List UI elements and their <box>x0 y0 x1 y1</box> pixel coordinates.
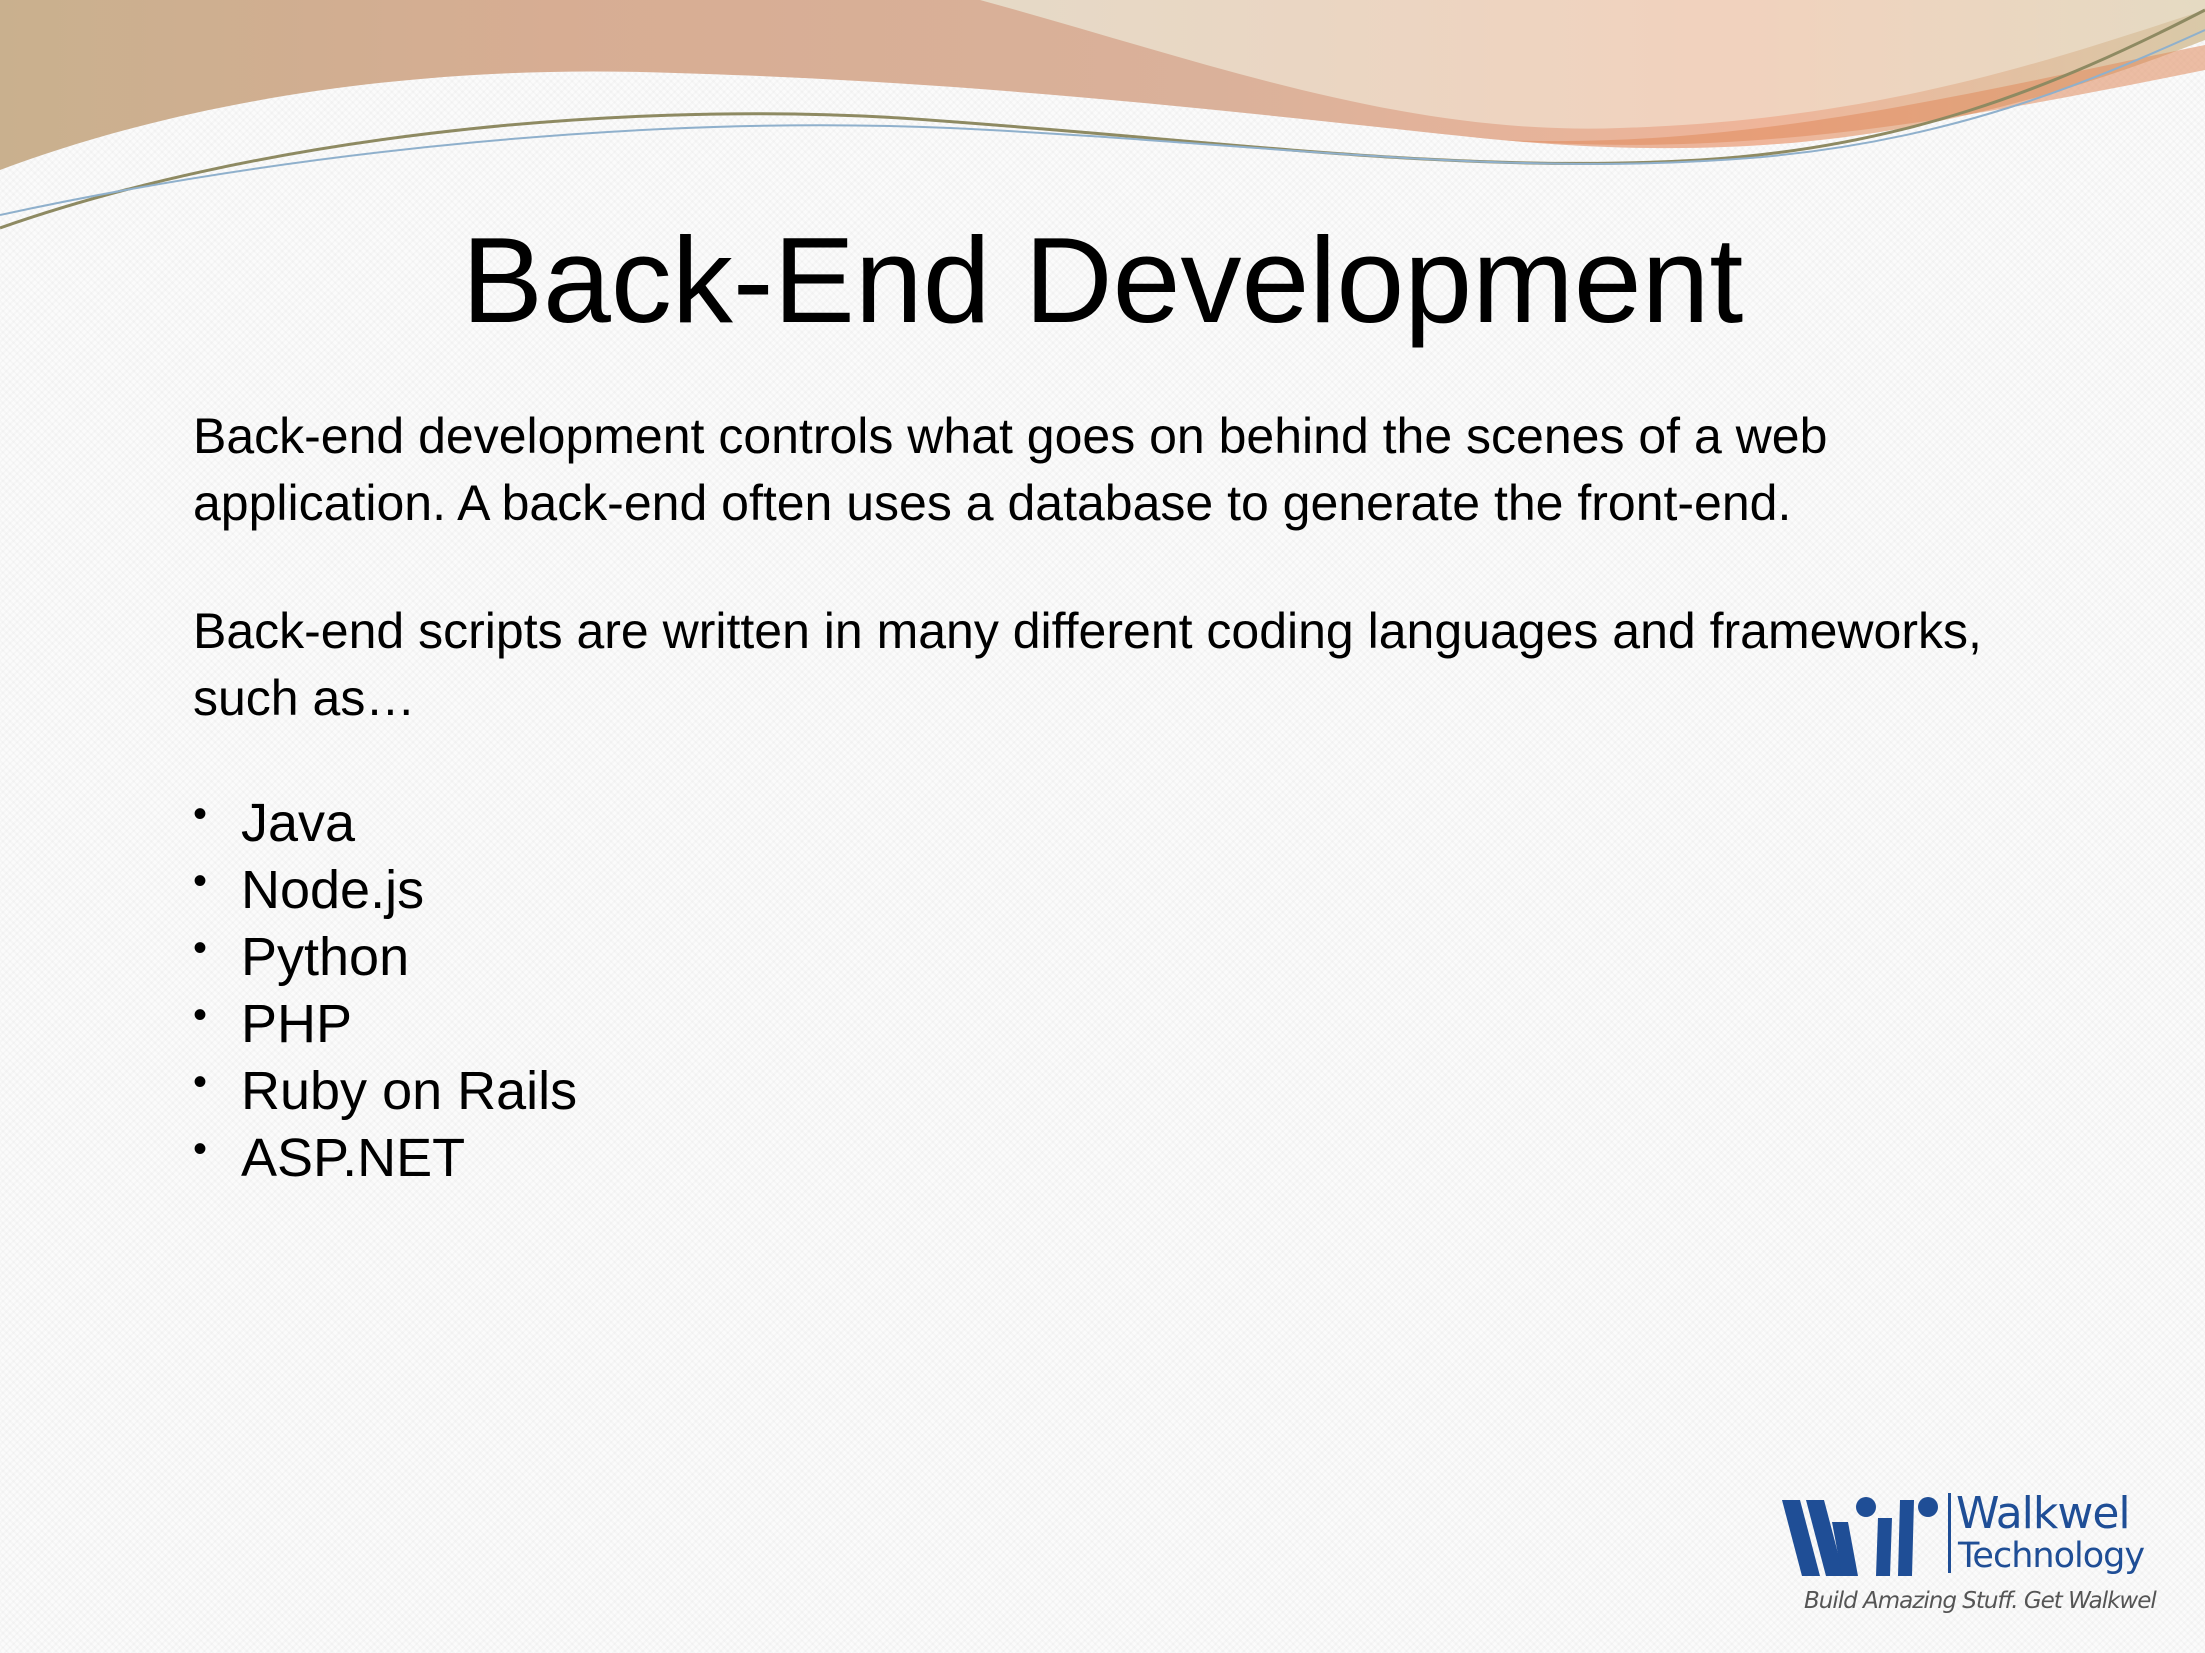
list-item: • Java <box>193 790 2013 857</box>
languages-intro-paragraph: Back-end scripts are written in many dif… <box>193 603 1982 726</box>
list-item-label: Ruby on Rails <box>241 1061 578 1121</box>
list-item: • ASP.NET <box>193 1125 2013 1192</box>
list-item: • Ruby on Rails <box>193 1058 2013 1125</box>
list-item: • Node.js <box>193 857 2013 924</box>
bullet-icon: • <box>193 926 208 970</box>
logo-tagline: Build Amazing Stuff. Get Walkwel <box>1804 1588 2157 1614</box>
slide: Back-End Development Back-end developmen… <box>0 0 2205 1653</box>
logo-name: Walkwel <box>1956 1488 2131 1539</box>
bullet-icon: • <box>193 859 208 903</box>
list-item-label: PHP <box>241 994 353 1054</box>
bullet-icon: • <box>193 993 208 1037</box>
logo-divider <box>1948 1493 1951 1573</box>
walkwel-logo-mark-icon <box>1782 1497 1938 1576</box>
languages-list: • Java • Node.js • Python • PHP • Ruby o… <box>193 790 2013 1192</box>
logo-subtitle: Technology <box>1958 1536 2145 1576</box>
slide-body: Back-end development controls what goes … <box>193 403 2013 1192</box>
slide-title: Back-End Development <box>461 212 1744 348</box>
bullet-icon: • <box>193 1060 208 1104</box>
list-item-label: Node.js <box>241 860 425 920</box>
company-logo: Walkwel Technology Build Amazing Stuff. … <box>1780 1485 2157 1620</box>
bullet-icon: • <box>193 792 208 836</box>
list-item-label: Java <box>241 793 356 853</box>
list-item: • Python <box>193 924 2013 991</box>
intro-paragraph: Back-end development controls what goes … <box>193 408 1828 531</box>
list-item-label: ASP.NET <box>241 1128 466 1188</box>
bullet-icon: • <box>193 1127 208 1171</box>
list-item: • PHP <box>193 991 2013 1058</box>
list-item-label: Python <box>241 927 410 987</box>
